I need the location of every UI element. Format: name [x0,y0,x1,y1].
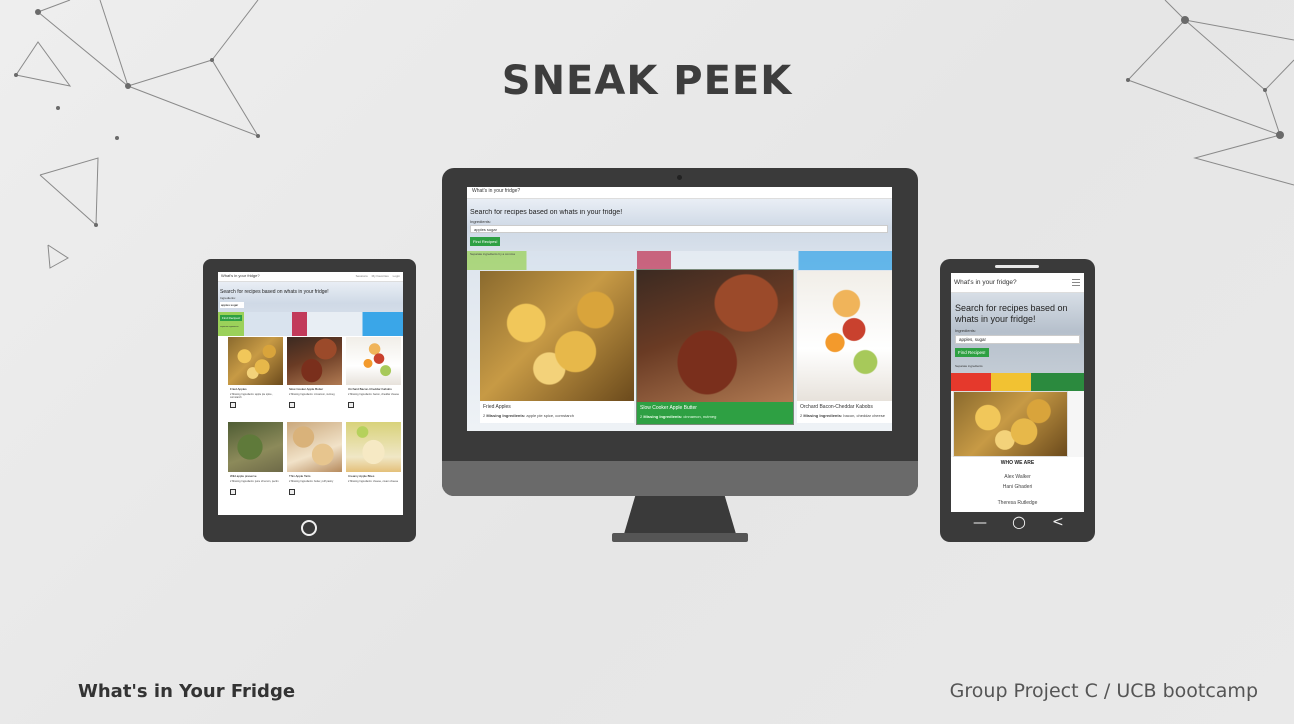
favorite-toggle-icon[interactable] [230,402,236,408]
phone-nav-title[interactable]: What's in your fridge? [954,279,1017,286]
monitor-chin [442,461,918,496]
missing-ingredients: cinnamon, nutmeg [683,414,717,419]
phone-hero: Search for recipes based on whats in you… [951,293,1084,391]
monitor-base [612,533,748,542]
tablet-recipe-card[interactable]: Thin Apple Tarts 2 Missing Ingredients: … [287,422,342,508]
decorative-network-top-left [14,0,260,269]
recipe-title[interactable]: Orchard Bacon-Cheddar Kabobs [797,401,892,410]
missing-count: 2 [640,414,643,419]
favorite-toggle-icon[interactable] [348,402,354,408]
phone-find-recipes-button[interactable]: Find Recipes! [955,348,989,357]
tablet-search-heading: Search for recipes based on whats in you… [220,289,329,295]
tablet-recipe-image[interactable] [287,337,342,385]
desktop-screen: What's in your fridge? Search for recipe… [467,187,892,431]
missing-ingredients: bacon, cheddar cheese [843,413,885,418]
phone-ingredients-input[interactable]: apples, sugar [955,335,1080,344]
monitor-stand [624,496,736,534]
slide-title: SNEAK PEEK [501,58,793,104]
desktop-ingredients-input[interactable]: apples sugar [470,225,888,233]
missing-count: 2 [483,413,486,418]
tablet-navbar: What's in your fridge? Sessions My Favor… [218,272,403,282]
tablet-find-recipes-button[interactable]: Find Recipes! [220,315,243,321]
missing-count: 2 [800,413,803,418]
tablet-home-button[interactable] [301,520,317,536]
missing-label: Missing Ingredients: [486,413,526,418]
missing-label: Missing Ingredients: [643,414,683,419]
phone-ingredients-label: Ingredients: [955,328,976,333]
missing-ingredients: apple pie spice, cornstarch [526,413,574,418]
tablet-recipe-card[interactable]: Fried Apples 2 Missing Ingredients: appl… [228,337,283,419]
tablet-recipe-image[interactable] [346,337,401,385]
recent-apps-icon[interactable]: — [973,515,987,531]
tablet-recipe-card[interactable]: Creamy Apple Bites 2 Missing Ingredients… [346,422,401,508]
fried-apples-image[interactable] [480,271,634,401]
phone-member-name: Theresa Rutledge [997,500,1038,506]
favorite-toggle-icon[interactable] [230,489,236,495]
phone-hint: Separate ingredients [955,364,983,368]
tablet-nav-link-sessions[interactable]: Sessions [356,274,368,278]
phone-speaker [995,265,1039,268]
tablet-missing-ingredients: 2 Missing Ingredients: cheese, cream che… [348,480,399,483]
tablet-ingredients-input[interactable]: apples sugar [220,302,244,308]
tablet-recipe-image[interactable] [287,422,342,472]
phone-system-bar: — ○ < [955,512,1083,535]
desktop-hero: Search for recipes based on whats in you… [467,199,892,273]
kabobs-image[interactable] [797,271,892,401]
desktop-recipe-card-highlighted[interactable]: Slow Cooker Apple Butter 2 Missing Ingre… [636,269,794,425]
phone-member-name: Hani Ghaderi [1002,484,1033,490]
desktop-find-recipes-button[interactable]: Find Recipes! [470,237,501,246]
tablet-ingredients-label: Ingredients: [220,296,236,300]
favorite-toggle-icon[interactable] [289,402,295,408]
recipe-title[interactable]: Fried Apples [480,401,634,410]
tablet-missing-ingredients: 2 Missing Ingredients: butter, puff past… [289,480,334,483]
tablet-screen: What's in your fridge? Sessions My Favor… [218,272,403,515]
favorite-toggle-icon[interactable] [289,489,295,495]
desktop-ingredients-label: Ingredients: [470,219,491,224]
desktop-search-heading: Search for recipes based on whats in you… [470,209,623,216]
tablet-recipe-image[interactable] [346,422,401,472]
desktop-nav-title[interactable]: What's in your fridge? [472,188,520,194]
phone-search-heading: Search for recipes based on whats in you… [955,303,1068,324]
missing-label: Missing Ingredients: [803,413,843,418]
tablet-nav-link-favorites[interactable]: My Favorites [372,274,389,278]
tablet-recipe-image[interactable] [228,337,283,385]
tablet-hint: Separate ingredients [220,326,239,328]
tablet-nav-link-login[interactable]: Login [393,274,400,278]
footer-app-name: What's in Your Fridge [78,681,296,702]
phone-section-title: WHO WE ARE [1000,460,1035,466]
webcam-icon [677,175,682,180]
desktop-recipe-card[interactable]: Orchard Bacon-Cheddar Kabobs 2 Missing I… [797,271,892,423]
tablet-recipe-card[interactable]: Slow Cooker Apple Butter 2 Missing Ingre… [287,337,342,419]
phone-recipe-image[interactable] [953,391,1068,457]
tablet-recipe-card[interactable]: Wild apple preserve 2 Missing Ingredient… [228,422,283,508]
tablet-recipe-image[interactable] [228,422,283,472]
tablet-missing-ingredients: 2 Missing Ingredients: juice of lemon, p… [230,480,279,483]
tablet-missing-ingredients: 2 Missing Ingredients: cinnamon, nutmeg [289,393,335,396]
tablet-missing-ingredients: 2 Missing Ingredients: bacon, cheddar ch… [348,393,400,396]
tablet-recipe-card[interactable]: Orchard Bacon-Cheddar Kabobs 2 Missing I… [346,337,401,419]
footer-group-info: Group Project C / UCB bootcamp [949,680,1258,702]
phone-screen: What's in your fridge? Search for recipe… [951,273,1084,512]
phone-member-name: Alex Walker [1004,474,1031,480]
desktop-recipe-card[interactable]: Fried Apples 2 Missing Ingredients: appl… [480,271,634,423]
apple-butter-image[interactable] [637,270,793,402]
hamburger-menu-icon[interactable] [1072,279,1080,286]
phone-navbar: What's in your fridge? [951,273,1084,293]
back-chevron-icon[interactable]: < [1052,514,1064,530]
tablet-nav-title[interactable]: What's in your fridge? [221,273,260,278]
recipe-title[interactable]: Slow Cooker Apple Butter [637,402,793,411]
tablet-hero: Search for recipes based on whats in you… [218,282,403,336]
home-circle-icon[interactable]: ○ [1012,512,1026,531]
desktop-navbar: What's in your fridge? [467,187,892,199]
desktop-hint: Separate ingredients by a comma [470,252,515,256]
phone-who-we-are-section: WHO WE ARE Alex Walker Hani Ghaderi Ther… [951,457,1084,512]
tablet-missing-ingredients: 2 Missing Ingredients: apple pie spice, … [230,393,273,399]
